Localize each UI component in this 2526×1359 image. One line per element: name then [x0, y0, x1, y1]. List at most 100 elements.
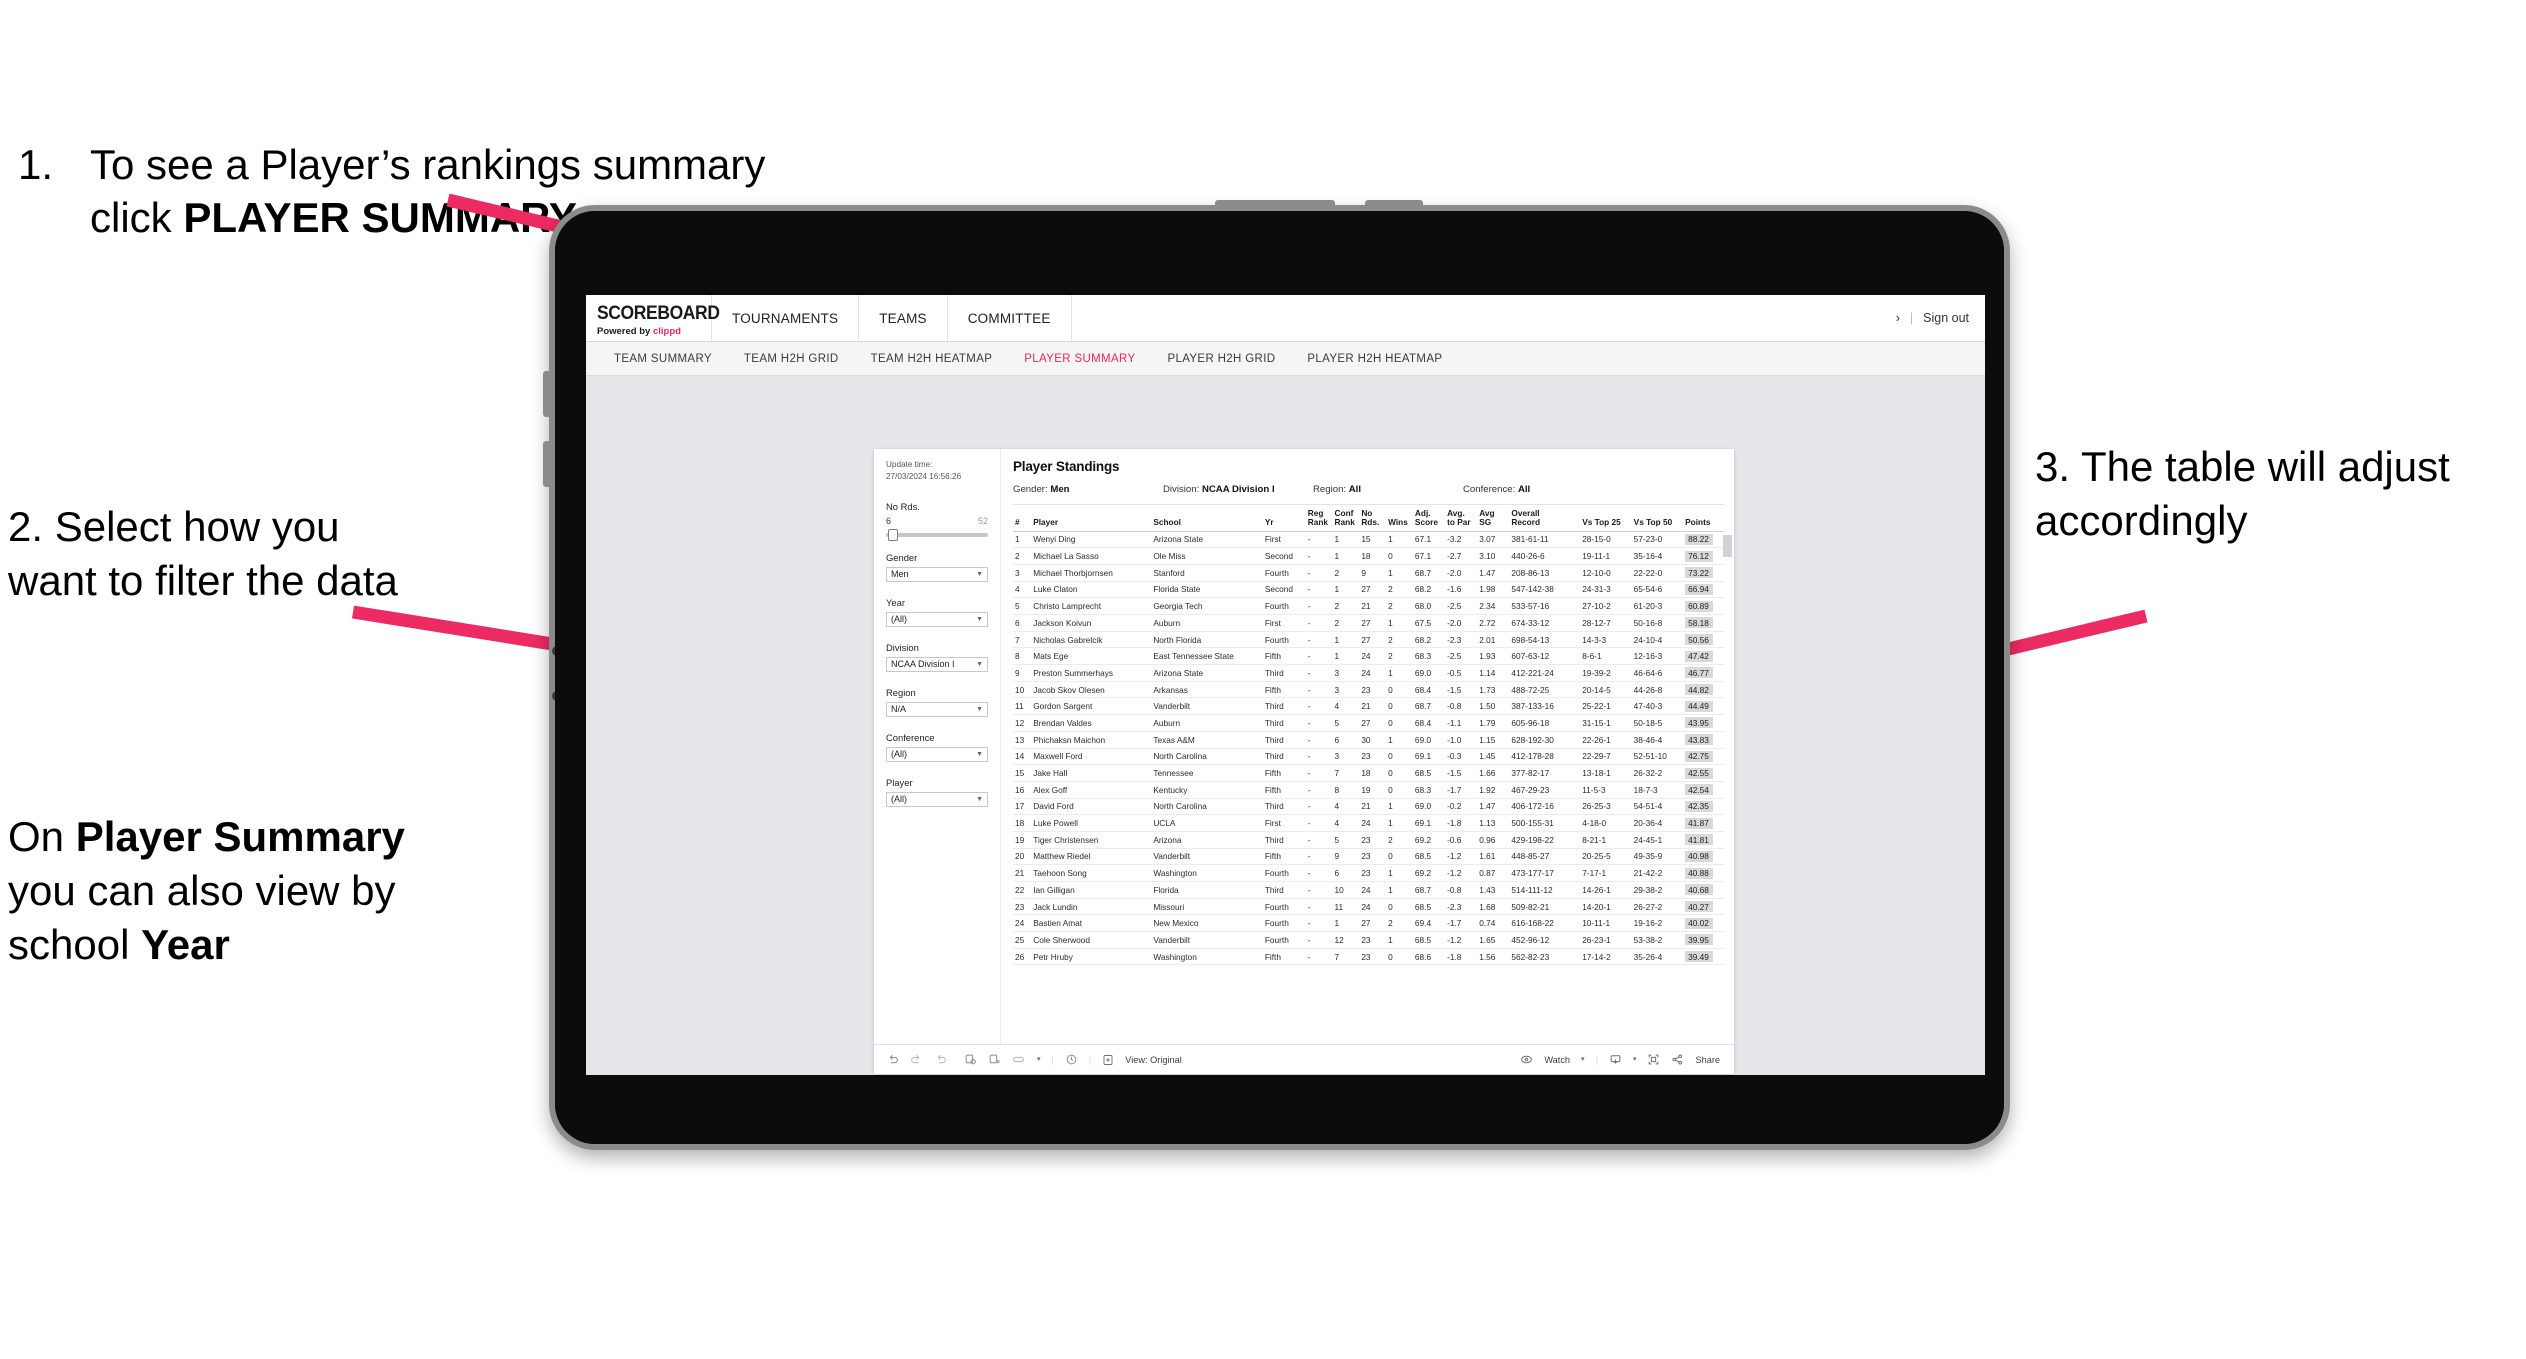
column-header-avg-sg[interactable]: Avg SG	[1477, 505, 1510, 532]
undo-icon[interactable]	[886, 1053, 899, 1066]
pause-updates-icon[interactable]	[988, 1053, 1001, 1066]
cell-vs-top-50: 38-46-4	[1631, 731, 1684, 749]
cell-vs-top-25: 28-12-7	[1580, 614, 1632, 632]
table-row[interactable]: 8 Mats Ege East Tennessee State Fifth -1 24 2 6…	[1013, 647, 1724, 666]
top-nav-tournaments[interactable]: TOURNAMENTS	[712, 295, 860, 341]
table-row[interactable]: 2 Michael La Sasso Ole Miss Second -1 18 0 67.1…	[1013, 547, 1724, 565]
download-icon[interactable]	[1609, 1053, 1622, 1066]
cell-vs-top-50: 50-18-5	[1631, 714, 1684, 732]
table-scrollbar-track[interactable]	[1723, 535, 1732, 1042]
column-header-overall-record[interactable]: Overall Record	[1509, 505, 1581, 532]
tab-player-h2h-grid[interactable]: PLAYER H2H GRID	[1151, 353, 1291, 365]
table-row[interactable]: 15 Jake Hall Tennessee Fifth -7 18 0 68.5 -1.5 1.…	[1013, 764, 1724, 782]
table-row[interactable]: 7 Nicholas Gabrelcik North Florida Fourth -1…	[1013, 631, 1724, 649]
watch-label[interactable]: Watch	[1544, 1055, 1570, 1065]
share-icon[interactable]	[1671, 1053, 1684, 1066]
column-header-no-rds[interactable]: No Rds.	[1359, 505, 1387, 532]
tab-team-h2h-heatmap[interactable]: TEAM H2H HEATMAP	[855, 353, 1009, 365]
cell-vs-top-50: 50-16-8	[1631, 614, 1684, 632]
fullscreen-icon[interactable]	[1647, 1053, 1660, 1066]
device-layout-icon[interactable]	[1012, 1053, 1026, 1066]
column-header-player[interactable]: Player	[1031, 505, 1152, 532]
table-row[interactable]: 26 Petr Hruby Washington Fifth -7 23 0 68.6 -1.8…	[1013, 948, 1724, 966]
cell-conf-rank: 5	[1332, 714, 1360, 732]
user-chevron-icon[interactable]: ›	[1896, 311, 1900, 325]
watch-eye-icon[interactable]	[1520, 1053, 1533, 1066]
brand-logo[interactable]: SCOREBOARD Powered by clippd	[586, 295, 720, 341]
filter-year-select[interactable]: (All) ▼	[886, 611, 988, 627]
redo-icon[interactable]	[910, 1053, 923, 1066]
alerts-icon[interactable]	[1065, 1053, 1078, 1066]
column-header-wins[interactable]: Wins	[1386, 505, 1413, 532]
view-label[interactable]: View: Original	[1125, 1055, 1182, 1065]
refresh-data-icon[interactable]	[964, 1053, 977, 1066]
cell-points: 40.27	[1683, 898, 1724, 916]
chevron-down-icon: ▼	[976, 705, 983, 713]
watch-caret-icon[interactable]: ▾	[1581, 1056, 1585, 1063]
table-row[interactable]: 10 Jacob Skov Olesen Arkansas Fifth -3 23 0 68.…	[1013, 681, 1724, 699]
table-row[interactable]: 21 Taehoon Song Washington Fourth -6 23 1 69.2-…	[1013, 864, 1724, 882]
cell-yr: Fourth	[1262, 914, 1306, 933]
table-row[interactable]: 6 Jackson Koivun Auburn First -2 27 1 67.5 -2.0 2…	[1013, 614, 1724, 632]
column-header-vs-top-25[interactable]: Vs Top 25	[1580, 505, 1632, 532]
table-row[interactable]: 14 Maxwell Ford North Carolina Third -3 23 0 69…	[1013, 748, 1724, 766]
sign-out-link[interactable]: Sign out	[1923, 311, 1969, 325]
filter-conference-select[interactable]: (All) ▼	[886, 746, 988, 762]
filter-region-select[interactable]: N/A ▼	[886, 701, 988, 717]
column-header-yr[interactable]: Yr	[1262, 505, 1306, 532]
view-icon[interactable]	[1102, 1054, 1114, 1066]
table-row[interactable]: 12 Brendan Valdes Auburn Third -5 27 0 68.4 -1.1…	[1013, 714, 1724, 732]
table-scrollbar-thumb[interactable]	[1723, 535, 1732, 557]
column-header-adj-score[interactable]: Adj. Score	[1412, 505, 1446, 532]
column-header-avg-to-par[interactable]: Avg. to Par	[1445, 505, 1478, 532]
column-header-vs-top-50[interactable]: Vs Top 50	[1631, 505, 1684, 532]
table-row[interactable]: 4 Luke Claton Florida State Second -1 27 2 68.2…	[1013, 581, 1724, 599]
tab-team-h2h-grid[interactable]: TEAM H2H GRID	[728, 353, 855, 365]
app-top-bar: SCOREBOARD Powered by clippd TOURNAMENTS…	[586, 295, 1985, 342]
column-header-reg-rank[interactable]: Reg Rank	[1305, 505, 1333, 532]
tab-team-summary[interactable]: TEAM SUMMARY	[598, 353, 728, 365]
table-row[interactable]: 3 Michael Thorbjornsen Stanford Fourth -2 9 1 6…	[1013, 564, 1724, 582]
cell-: 23	[1013, 898, 1032, 916]
table-row[interactable]: 22 Ian Gilligan Florida Third -10 24 1 68.7 -0.8…	[1013, 881, 1724, 899]
filter-gender-select[interactable]: Men ▼	[886, 566, 988, 582]
share-label[interactable]: Share	[1695, 1055, 1720, 1065]
table-row[interactable]: 18 Luke Powell UCLA First -4 24 1 69.1 -1.8 1.13 5…	[1013, 814, 1724, 832]
top-nav-committee[interactable]: COMMITTEE	[948, 295, 1072, 341]
download-caret-icon[interactable]: ▾	[1633, 1056, 1637, 1063]
column-header-school[interactable]: School	[1151, 505, 1263, 532]
cell-wins: 1	[1386, 731, 1413, 749]
cell-overall-record: 628-192-30	[1509, 731, 1581, 749]
table-row[interactable]: 20 Matthew Riedel Vanderbilt Fifth -9 23 0 68.5…	[1013, 848, 1724, 866]
column-header-conf-rank[interactable]: Conf Rank	[1332, 505, 1360, 532]
cell-avg-to-par: -1.2	[1445, 848, 1478, 866]
table-row[interactable]: 23 Jack Lundin Missouri Fourth -11 24 0 68.5 -2.…	[1013, 898, 1724, 916]
cell-player: Ian Gilligan	[1031, 881, 1152, 899]
filter-division-select[interactable]: NCAA Division I ▼	[886, 656, 988, 672]
filter-player-select[interactable]: (All) ▼	[886, 791, 988, 807]
tablet-side-button-2	[543, 441, 552, 487]
table-row[interactable]: 11 Gordon Sargent Vanderbilt Third -4 21 0 68.7…	[1013, 697, 1724, 716]
table-row[interactable]: 1 Wenyi Ding Arizona State First -1 15 1 67.1 -3…	[1013, 531, 1724, 549]
tab-player-summary[interactable]: PLAYER SUMMARY	[1008, 353, 1151, 365]
top-nav-teams[interactable]: TEAMS	[859, 295, 948, 341]
slider-handle[interactable]	[888, 528, 898, 541]
table-row[interactable]: 13 Phichaksn Maichon Texas A&M Third -6 30 1 69…	[1013, 731, 1724, 749]
cell-yr: Third	[1262, 748, 1306, 766]
table-row[interactable]: 24 Bastien Amat New Mexico Fourth -1 27 2 69.4-…	[1013, 914, 1724, 933]
cell-avg-to-par: -1.2	[1445, 931, 1478, 949]
column-header-points[interactable]: Points	[1683, 505, 1724, 532]
table-row[interactable]: 17 David Ford North Carolina Third -4 21 1 69.0…	[1013, 798, 1724, 816]
filter-no-rounds[interactable]: No Rds. 6 52	[886, 501, 988, 541]
table-row[interactable]: 5 Christo Lamprecht Georgia Tech Fourth -2 21…	[1013, 597, 1724, 615]
table-row[interactable]: 19 Tiger Christensen Arizona Third -5 23 2 69.2…	[1013, 831, 1724, 849]
filter-region: Region N/A ▼	[886, 687, 988, 717]
table-row[interactable]: 25 Cole Sherwood Vanderbilt Fourth -12 23 1 68.…	[1013, 931, 1724, 949]
tab-player-h2h-heatmap[interactable]: PLAYER H2H HEATMAP	[1291, 353, 1458, 365]
device-layout-caret-icon[interactable]: ▾	[1037, 1056, 1041, 1063]
table-row[interactable]: 9 Preston Summerhays Arizona State Third -3 2…	[1013, 664, 1724, 682]
revert-icon[interactable]	[934, 1053, 947, 1066]
column-header-[interactable]: #	[1013, 505, 1032, 532]
slider-track[interactable]	[886, 528, 988, 541]
table-row[interactable]: 16 Alex Goff Kentucky Fifth -8 19 0 68.3 -1.7 1.9…	[1013, 781, 1724, 799]
